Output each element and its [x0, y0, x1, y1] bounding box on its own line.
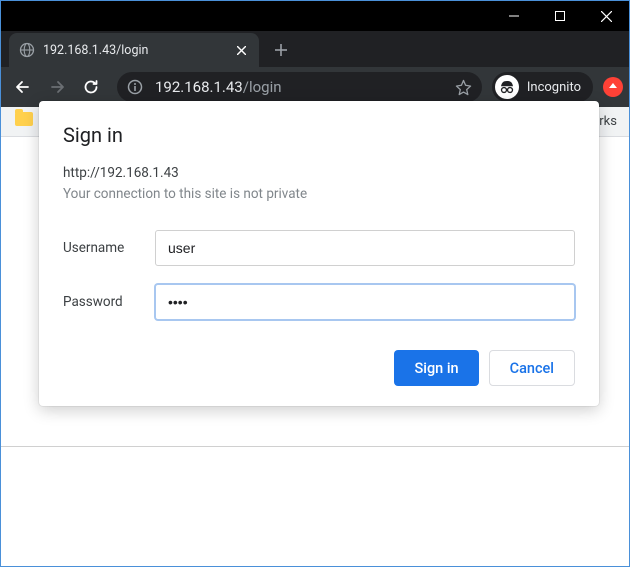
maximize-button[interactable] [537, 1, 583, 31]
cancel-label: Cancel [510, 360, 554, 377]
maximize-icon [555, 11, 565, 21]
password-label: Password [63, 294, 155, 310]
browser-tab[interactable]: 192.168.1.43/login [9, 33, 259, 67]
signin-button[interactable]: Sign in [394, 350, 478, 386]
cancel-button[interactable]: Cancel [489, 350, 575, 386]
arrow-right-icon [48, 78, 66, 96]
tab-close-button[interactable] [233, 42, 249, 58]
plus-icon [274, 43, 288, 57]
signin-label: Sign in [414, 360, 458, 377]
dialog-origin: http://192.168.1.43 [63, 165, 575, 181]
arrow-left-icon [14, 78, 32, 96]
minimize-button[interactable] [491, 1, 537, 31]
incognito-icon [495, 75, 519, 99]
new-tab-button[interactable] [267, 36, 295, 64]
bookmark-folder[interactable] [15, 112, 33, 126]
password-input[interactable] [155, 284, 575, 320]
dialog-title: Sign in [63, 123, 575, 147]
globe-icon [19, 42, 35, 58]
username-row: Username [63, 230, 575, 266]
dialog-actions: Sign in Cancel [63, 350, 575, 386]
url-text: 192.168.1.43/login [155, 78, 455, 96]
other-bookmarks-label[interactable]: rks [599, 114, 617, 129]
incognito-indicator[interactable]: Incognito [492, 72, 593, 102]
url-host: 192.168.1.43 [155, 78, 243, 96]
dialog-warning: Your connection to this site is not priv… [63, 186, 575, 202]
bookmark-star-button[interactable] [455, 79, 472, 96]
forward-button[interactable] [41, 71, 73, 103]
reload-icon [82, 78, 100, 96]
tab-strip: 192.168.1.43/login [1, 31, 629, 67]
tab-title: 192.168.1.43/login [43, 43, 233, 58]
close-window-button[interactable] [583, 1, 629, 31]
reload-button[interactable] [75, 71, 107, 103]
footer-divider [1, 446, 629, 447]
site-info-icon[interactable] [127, 79, 143, 95]
password-row: Password [63, 284, 575, 320]
back-button[interactable] [7, 71, 39, 103]
window-titlebar [1, 1, 629, 31]
address-bar[interactable]: 192.168.1.43/login [117, 72, 482, 102]
close-icon [237, 46, 246, 55]
incognito-label: Incognito [527, 80, 581, 95]
close-icon [601, 11, 612, 22]
username-label: Username [63, 240, 155, 256]
folder-icon [15, 112, 33, 126]
minimize-icon [509, 11, 519, 21]
extension-button[interactable] [603, 77, 623, 97]
url-path: /login [243, 78, 282, 96]
username-input[interactable] [155, 230, 575, 266]
browser-window: 192.168.1.43/login 192.168.1.43/login [0, 0, 630, 567]
http-auth-dialog: Sign in http://192.168.1.43 Your connect… [39, 101, 599, 406]
arrow-up-icon [608, 82, 618, 92]
